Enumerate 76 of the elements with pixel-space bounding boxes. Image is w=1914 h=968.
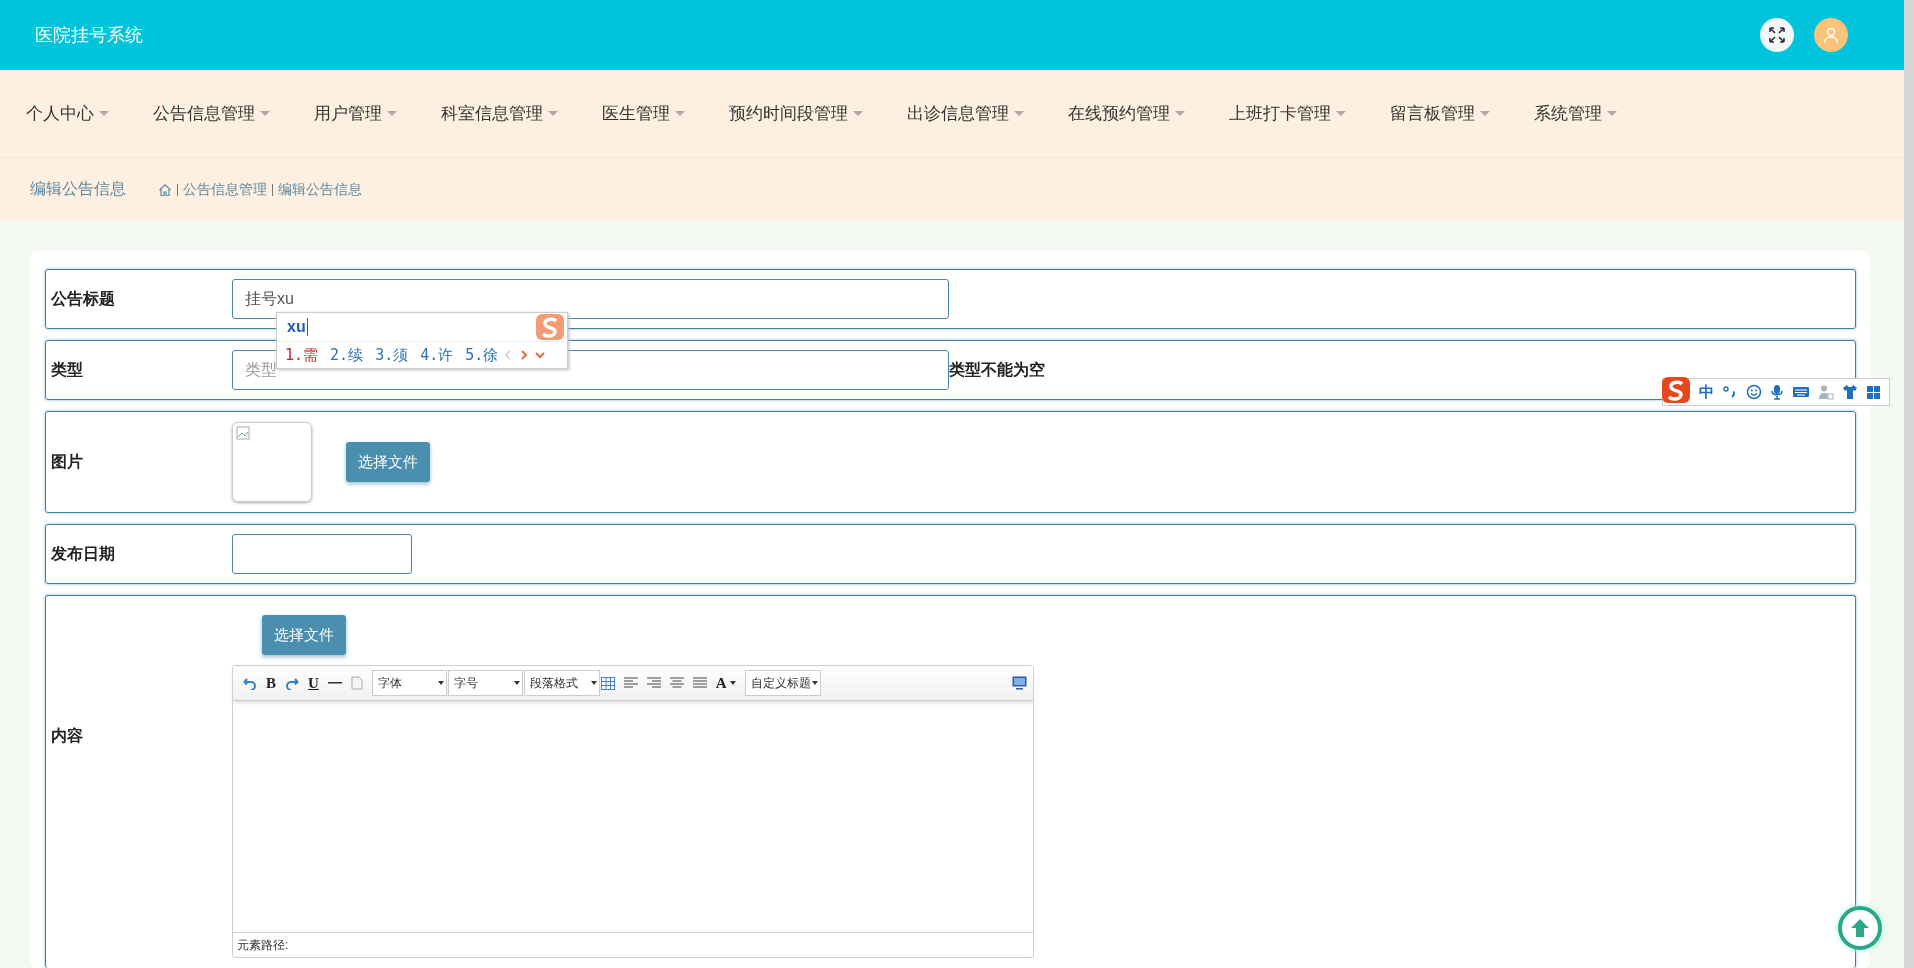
home-icon[interactable]	[158, 182, 172, 197]
scrollbar[interactable]	[1904, 0, 1914, 968]
menu-item[interactable]: 上班打卡管理	[1229, 102, 1346, 125]
menu-item[interactable]: 在线预约管理	[1068, 102, 1185, 125]
font-color-button[interactable]: A	[715, 674, 736, 692]
text-field[interactable]: 挂号xu	[232, 279, 949, 319]
undo-icon[interactable]	[243, 676, 257, 690]
menu-item[interactable]: 用户管理	[314, 102, 397, 125]
caret-icon	[513, 681, 520, 685]
input-mode-toggle[interactable]: 中	[1699, 382, 1714, 402]
field-label: 内容	[51, 726, 84, 746]
caret-icon	[675, 111, 685, 116]
caret-icon	[853, 111, 863, 116]
shirt-icon[interactable]	[1842, 384, 1858, 400]
expand-icon	[1768, 26, 1786, 44]
fullscreen-button[interactable]	[1760, 18, 1794, 52]
align-left-icon[interactable]	[623, 677, 638, 689]
choose-file-button[interactable]: 选择文件	[262, 615, 346, 655]
field-label: 公告标题	[51, 288, 116, 309]
grid-icon[interactable]	[1866, 384, 1881, 400]
underline-button[interactable]: U	[308, 674, 319, 692]
date-field[interactable]	[232, 534, 412, 574]
caret-icon	[387, 111, 397, 116]
caret-icon	[548, 111, 558, 116]
menu-item[interactable]: 科室信息管理	[441, 102, 558, 125]
horizontal-rule-icon[interactable]	[327, 681, 342, 685]
monitor-icon[interactable]	[1012, 676, 1027, 690]
caret-icon	[437, 681, 444, 685]
menu-item[interactable]: 医生管理	[602, 102, 685, 125]
microphone-icon[interactable]	[1770, 384, 1784, 400]
caret-icon	[1014, 111, 1024, 116]
user-icon	[1822, 26, 1840, 44]
redo-icon[interactable]	[285, 676, 299, 690]
punctuation-icon[interactable]	[1722, 384, 1738, 400]
field-label: 类型	[51, 359, 84, 380]
ime-composition: xu	[287, 318, 308, 336]
toolbar-dropdown[interactable]: 字体	[371, 670, 447, 696]
justify-icon[interactable]	[692, 677, 707, 689]
avatar-button[interactable]	[1814, 18, 1848, 52]
ime-logo-icon[interactable]	[1661, 376, 1691, 404]
field-label: 图片	[51, 451, 84, 472]
user-lock-icon[interactable]	[1818, 384, 1834, 400]
keyboard-icon[interactable]	[1792, 385, 1810, 399]
broken-image-icon	[236, 426, 250, 440]
element-path-label: 元素路径:	[237, 936, 289, 954]
bold-button[interactable]: B	[266, 674, 276, 692]
breadcrumb-link[interactable]: 公告信息管理	[183, 180, 267, 199]
choose-file-button[interactable]: 选择文件	[346, 442, 430, 482]
menu-item[interactable]: 公告信息管理	[153, 102, 270, 125]
page-title: 编辑公告信息	[30, 179, 126, 199]
caret-icon	[1336, 111, 1346, 116]
caret-icon	[1175, 111, 1185, 116]
app-title: 医院挂号系统	[35, 24, 143, 47]
caret-icon	[1480, 111, 1490, 116]
caret-icon	[590, 681, 597, 685]
menu-item[interactable]: 个人中心	[26, 102, 109, 125]
menu-item[interactable]: 留言板管理	[1390, 102, 1490, 125]
caret-icon	[1607, 111, 1617, 116]
align-center-icon[interactable]	[669, 677, 684, 689]
toolbar-dropdown[interactable]: 自定义标题	[744, 670, 821, 696]
caret-icon	[260, 111, 270, 116]
menu-item[interactable]: 系统管理	[1534, 102, 1617, 125]
field-label: 发布日期	[51, 543, 116, 564]
caret-icon	[99, 111, 109, 116]
menu-item[interactable]: 预约时间段管理	[729, 102, 863, 125]
caret-icon	[729, 681, 736, 685]
error-message: 类型不能为空	[949, 359, 1045, 380]
toolbar-dropdown[interactable]: 字号	[447, 670, 523, 696]
arrow-up-icon	[1849, 917, 1871, 939]
chevron-down-icon[interactable]	[534, 349, 547, 361]
caret-icon	[811, 681, 818, 685]
toolbar-dropdown[interactable]: 段落格式	[523, 670, 600, 696]
align-right-icon[interactable]	[646, 677, 661, 689]
menu-item[interactable]: 出诊信息管理	[907, 102, 1024, 125]
emoji-icon[interactable]	[1746, 384, 1762, 400]
table-icon[interactable]	[600, 676, 615, 690]
